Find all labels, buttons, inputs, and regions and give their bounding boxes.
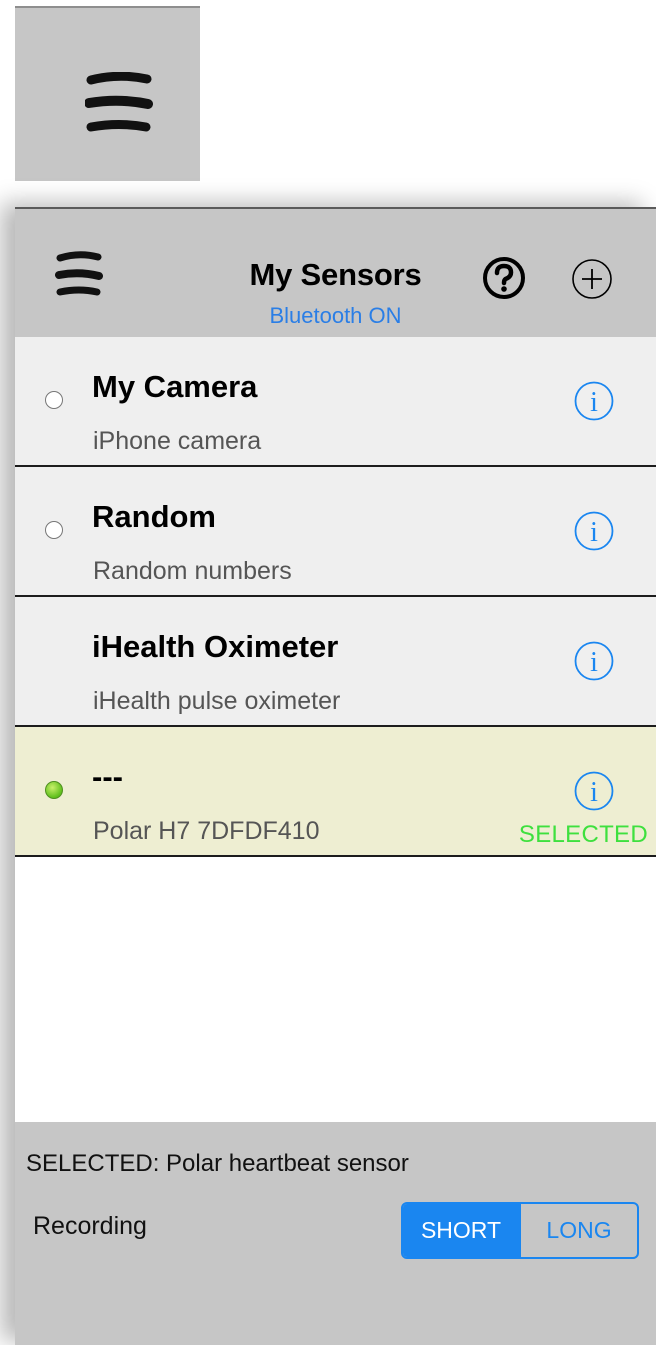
recording-label: Recording xyxy=(33,1212,147,1240)
help-icon[interactable] xyxy=(481,255,527,301)
info-icon[interactable]: i xyxy=(573,380,615,422)
menu-icon xyxy=(85,72,153,132)
info-icon[interactable]: i xyxy=(573,510,615,552)
footer-bar: SELECTED: Polar heartbeat sensor Recordi… xyxy=(15,1122,656,1345)
sensor-name: --- xyxy=(92,759,123,794)
sensor-description: iPhone camera xyxy=(93,427,262,455)
sensor-row-polar-h7[interactable]: --- Polar H7 7DFDF410 i SELECTED xyxy=(15,727,656,857)
sensor-list: My Camera iPhone camera i Random Random … xyxy=(15,337,656,857)
recording-long-segment[interactable]: LONG xyxy=(519,1204,637,1257)
add-icon[interactable] xyxy=(570,257,614,301)
sensor-row-my-camera[interactable]: My Camera iPhone camera i xyxy=(15,337,656,467)
recording-short-segment[interactable]: SHORT xyxy=(403,1204,519,1257)
sensor-radio-selected[interactable] xyxy=(45,781,63,799)
page-title: My Sensors xyxy=(249,257,422,292)
selected-sensor-label: SELECTED: Polar heartbeat sensor xyxy=(26,1150,409,1177)
recording-length-control: SHORT LONG xyxy=(401,1202,639,1259)
svg-text:i: i xyxy=(590,647,598,678)
sensor-description: Random numbers xyxy=(93,557,292,585)
sensor-row-ihealth-oximeter[interactable]: iHealth Oximeter iHealth pulse oximeter … xyxy=(15,597,656,727)
sensor-description: Polar H7 7DFDF410 xyxy=(93,817,320,845)
svg-text:i: i xyxy=(590,387,598,418)
selected-badge: SELECTED xyxy=(518,821,648,848)
sensor-name: My Camera xyxy=(92,369,258,404)
sensors-screen: My Sensors Bluetooth ON My Camera iPhone… xyxy=(15,207,656,1345)
sensor-radio[interactable] xyxy=(45,391,63,409)
menu-thumbnail xyxy=(15,6,200,181)
info-icon[interactable]: i xyxy=(573,770,615,812)
sensor-name: iHealth Oximeter xyxy=(92,629,339,664)
info-icon[interactable]: i xyxy=(573,640,615,682)
sensor-description: iHealth pulse oximeter xyxy=(93,687,341,715)
sensor-row-random[interactable]: Random Random numbers i xyxy=(15,467,656,597)
sensor-name: Random xyxy=(92,499,216,534)
sensor-radio[interactable] xyxy=(45,521,63,539)
navigation-bar: My Sensors Bluetooth ON xyxy=(15,207,656,337)
bluetooth-status: Bluetooth ON xyxy=(269,303,402,328)
svg-text:i: i xyxy=(590,777,598,808)
svg-text:i: i xyxy=(590,517,598,548)
